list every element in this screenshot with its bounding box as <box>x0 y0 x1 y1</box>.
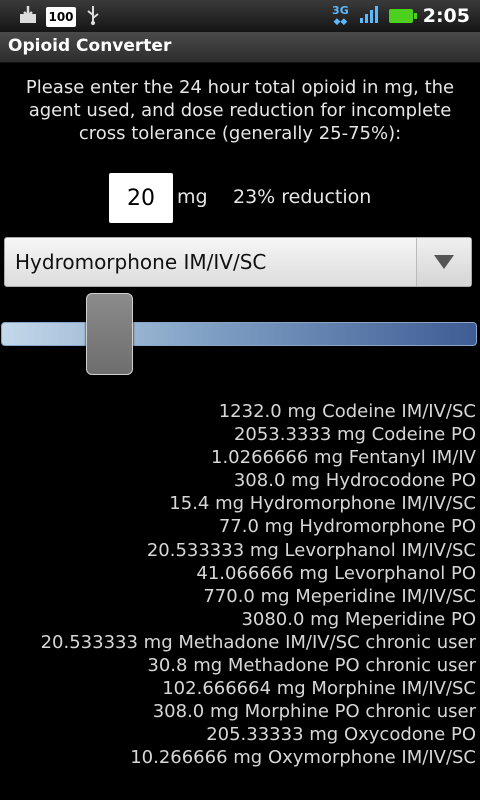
network-type-icon: 3G ◆◆ <box>332 3 349 27</box>
agent-dropdown-value: Hydromorphone IM/IV/SC <box>15 250 267 274</box>
battery-level-badge: 100 <box>46 7 76 27</box>
result-item: 20.533333 mg Levorphanol IM/IV/SC <box>146 539 476 561</box>
reduction-label: 23% reduction <box>233 186 372 208</box>
result-item: 308.0 mg Morphine PO chronic user <box>152 701 476 723</box>
title-bar: Opioid Converter <box>0 32 480 63</box>
app-title: Opioid Converter <box>8 36 172 56</box>
result-item: 102.666664 mg Morphine IM/IV/SC <box>162 678 476 700</box>
result-item: 1.0266666 mg Fentanyl IM/IV <box>211 447 476 469</box>
agent-dropdown[interactable]: Hydromorphone IM/IV/SC <box>4 237 472 287</box>
result-item: 30.8 mg Methadone PO chronic user <box>147 655 476 677</box>
result-item: 20.533333 mg Methadone IM/IV/SC chronic … <box>40 631 476 653</box>
reduction-slider-thumb[interactable] <box>86 293 133 375</box>
status-bar: 100 3G ◆◆ 2:05 <box>0 0 480 32</box>
usb-icon <box>84 5 102 29</box>
dropdown-button[interactable] <box>416 238 471 286</box>
result-item: 3080.0 mg Meperidine PO <box>241 608 476 630</box>
results-list: 1232.0 mg Codeine IM/IV/SC 2053.3333 mg … <box>0 400 476 770</box>
result-item: 1232.0 mg Codeine IM/IV/SC <box>218 401 476 422</box>
result-item: 2053.3333 mg Codeine PO <box>233 424 476 446</box>
battery-icon <box>388 9 417 23</box>
result-item: 10.266666 mg Oxymorphone IM/IV/SC <box>130 747 476 769</box>
chevron-down-icon <box>434 255 454 269</box>
result-item: 308.0 mg Hydrocodone PO <box>233 470 476 492</box>
clock: 2:05 <box>422 5 470 27</box>
result-item: 77.0 mg Hydromorphone PO <box>218 516 476 538</box>
result-item: 41.066666 mg Levorphanol PO <box>196 562 476 584</box>
dose-unit-label: mg <box>177 186 208 208</box>
result-item: 15.4 mg Hydromorphone IM/IV/SC <box>169 493 476 515</box>
dose-input[interactable] <box>109 173 173 223</box>
result-item: 205.33333 mg Oxycodone PO <box>206 724 476 746</box>
reduction-slider-track[interactable] <box>1 322 477 346</box>
instructions-text: Please enter the 24 hour total opioid in… <box>25 77 455 144</box>
signal-strength-icon <box>359 4 379 28</box>
download-icon <box>18 5 38 29</box>
result-item: 770.0 mg Meperidine IM/IV/SC <box>203 585 476 607</box>
